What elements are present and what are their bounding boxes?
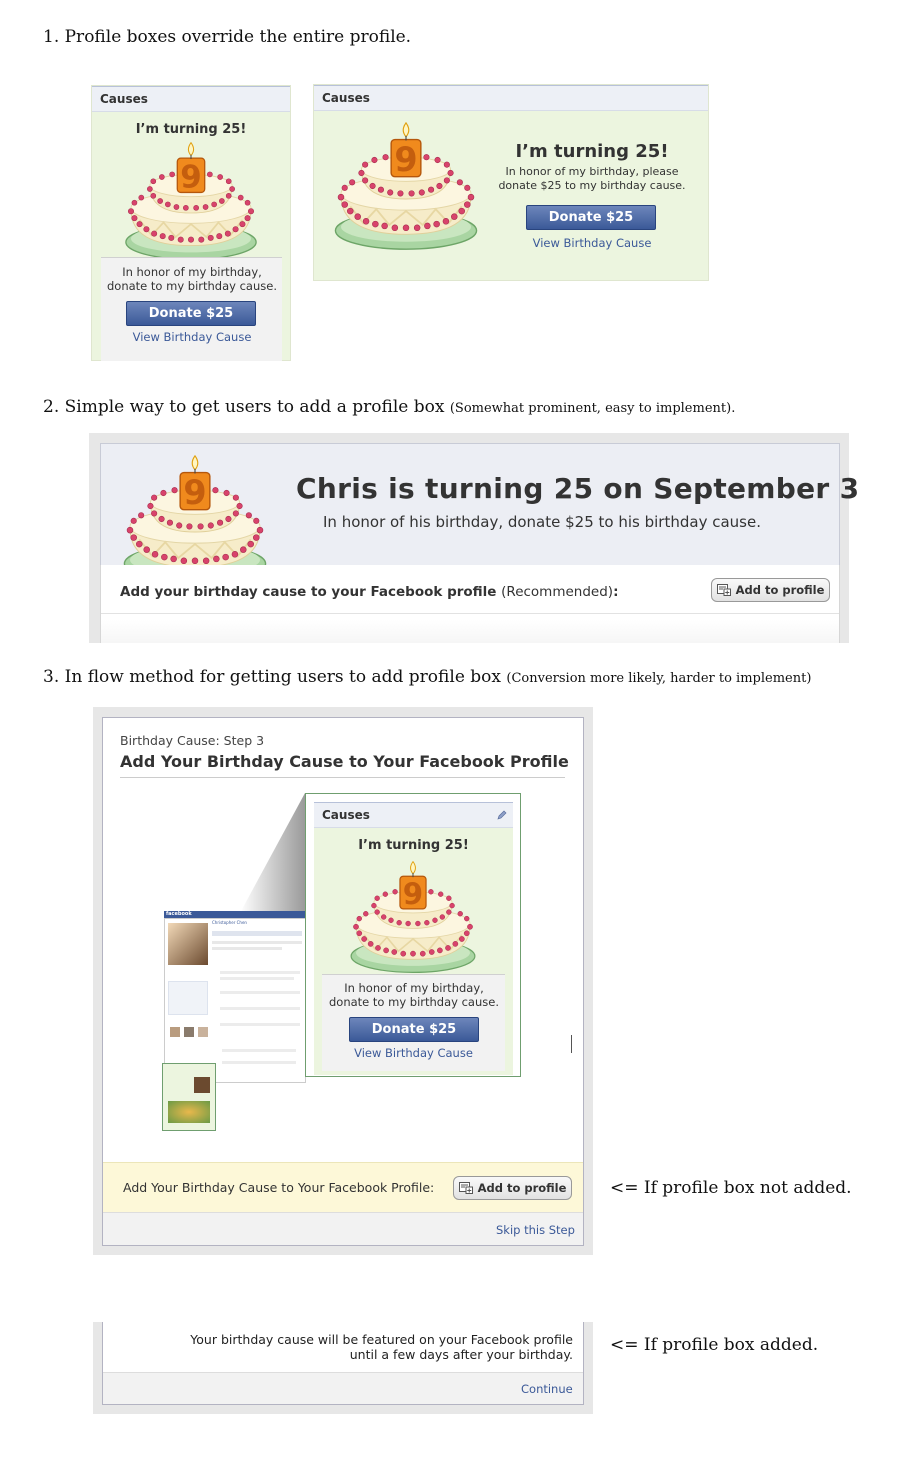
- text-cursor: [571, 1035, 572, 1053]
- featured-text-line1: Your birthday cause will be featured on …: [190, 1332, 573, 1347]
- section3-heading-main: 3. In flow method for getting users to a…: [43, 667, 501, 687]
- section1-heading: 1. Profile boxes override the entire pro…: [43, 27, 412, 47]
- add-to-profile-label: Add to profile: [477, 1181, 567, 1195]
- profile-box-narrow: Causes I’m turning 25! In honor of my bi…: [91, 85, 291, 361]
- mini-line: [220, 1023, 300, 1026]
- continue-link[interactable]: Continue: [521, 1382, 573, 1396]
- box-header: Causes: [314, 802, 513, 828]
- zoom-wedge: [240, 793, 305, 913]
- view-birthday-cause-link[interactable]: View Birthday Cause: [314, 1046, 513, 1060]
- dialog-title: Add Your Birthday Cause to Your Facebook…: [120, 752, 569, 771]
- mini-line: [222, 1061, 296, 1064]
- footer-bar: [103, 1372, 583, 1404]
- add-to-profile-button[interactable]: Add to profile: [453, 1176, 572, 1200]
- section2-heading-main: 2. Simple way to get users to add a prof…: [43, 397, 445, 417]
- note-added: <= If profile box added.: [610, 1335, 819, 1355]
- mini-line: [212, 947, 282, 950]
- box-header: Causes: [92, 86, 290, 112]
- add-profile-text: Add your birthday cause to your Facebook…: [120, 584, 618, 600]
- section2-heading: 2. Simple way to get users to add a prof…: [43, 397, 735, 417]
- birthday-cake-image: [111, 141, 271, 261]
- mini-causes-image: [168, 1101, 210, 1123]
- honor-text: In honor of my birthday, donate to my bi…: [329, 981, 499, 1009]
- divider: [101, 613, 839, 614]
- add-to-profile-label: Add to profile: [735, 583, 825, 597]
- turning-text: I’m turning 25!: [135, 122, 247, 137]
- view-birthday-cause-link[interactable]: View Birthday Cause: [494, 236, 690, 250]
- honor-text: In honor of my birthday, please donate $…: [498, 165, 686, 192]
- mini-friend-photo: [170, 1027, 180, 1037]
- featured-text-line2: until a few days after your birthday.: [349, 1347, 573, 1362]
- turning-text: I’m turning 25!: [358, 838, 469, 853]
- profile-page-thumbnail: facebook Christopher Chen: [162, 911, 322, 1131]
- skip-step-link[interactable]: Skip this Step: [496, 1223, 575, 1237]
- add-profile-icon: [716, 584, 731, 596]
- mini-line: [220, 1007, 300, 1010]
- add-profile-text-colon: :: [613, 584, 619, 600]
- box-header-label: Causes: [322, 808, 370, 822]
- add-profile-row: [100, 565, 840, 643]
- view-birthday-cause-link[interactable]: View Birthday Cause: [92, 330, 292, 344]
- banner-title: Chris is turning 25 on September 3: [296, 472, 860, 505]
- profile-box-wide: Causes I’m turning 25! In honor of my bi…: [313, 84, 709, 281]
- mini-line: [220, 977, 294, 980]
- add-profile-text-note: (Recommended): [501, 584, 614, 600]
- add-profile-text-main: Add your birthday cause to your Facebook…: [120, 584, 497, 600]
- mini-friend-photo: [184, 1027, 194, 1037]
- birthday-cake-image: [338, 860, 488, 974]
- donate-button[interactable]: Donate $25: [349, 1017, 479, 1042]
- step-label: Birthday Cause: Step 3: [120, 733, 265, 748]
- birthday-cake-image: [115, 454, 275, 565]
- mini-info-box: [168, 981, 208, 1015]
- section2-heading-note: (Somewhat prominent, easy to implement).: [449, 401, 736, 416]
- profile-box-preview: Causes I’m turning 25! In honor of my bi…: [305, 793, 521, 1077]
- mini-topbar: facebook: [164, 911, 306, 918]
- mini-profile-name: Christopher Chen: [212, 920, 247, 925]
- mini-causes-photo: [194, 1077, 210, 1093]
- add-to-profile-button[interactable]: Add to profile: [711, 578, 830, 602]
- donate-button[interactable]: Donate $25: [126, 301, 256, 326]
- mini-line: [222, 1049, 296, 1052]
- mini-line: [220, 991, 300, 994]
- mini-friend-photo: [198, 1027, 208, 1037]
- banner-subtitle: In honor of his birthday, donate $25 to …: [323, 513, 761, 531]
- featured-text: Your birthday cause will be featured on …: [173, 1332, 573, 1362]
- turning-text: I’m turning 25!: [515, 141, 669, 162]
- honor-text: In honor of my birthday, donate to my bi…: [107, 265, 277, 293]
- birthday-cake-image: [330, 121, 482, 251]
- edit-pencil-icon[interactable]: [497, 810, 507, 820]
- note-not-added: <= If profile box not added.: [610, 1178, 852, 1198]
- mini-tabs: [212, 931, 302, 936]
- box-header: Causes: [314, 85, 708, 111]
- title-divider: [120, 777, 565, 778]
- mini-line: [212, 941, 302, 944]
- add-profile-prompt: Add Your Birthday Cause to Your Facebook…: [123, 1180, 435, 1195]
- mini-avatar: [168, 923, 208, 965]
- donate-button[interactable]: Donate $25: [526, 205, 656, 230]
- facebook-logo: facebook: [166, 911, 192, 917]
- section3-heading: 3. In flow method for getting users to a…: [43, 667, 811, 687]
- section3-heading-note: (Conversion more likely, harder to imple…: [506, 671, 812, 686]
- mini-line: [220, 971, 300, 974]
- add-profile-icon: [458, 1182, 473, 1194]
